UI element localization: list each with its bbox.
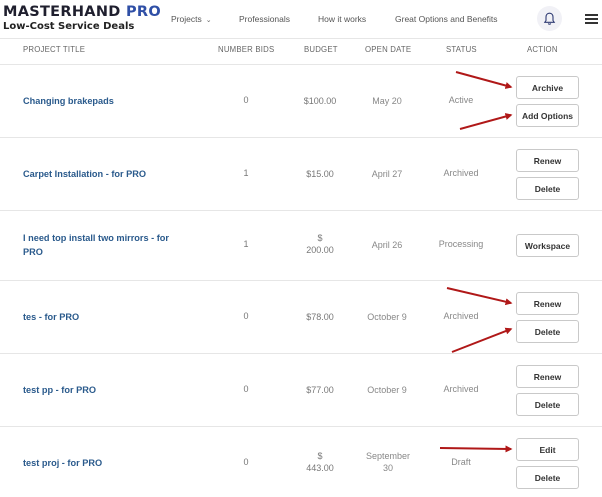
nav-great-options[interactable]: Great Options and Benefits	[395, 14, 498, 24]
bell-icon	[543, 12, 556, 25]
project-title-link[interactable]: tes - for PRO	[23, 310, 183, 324]
row-divider	[0, 137, 602, 138]
column-header-open-date: OPEN DATE	[365, 45, 412, 54]
brand-name: MASTERHAND	[3, 4, 121, 20]
budget-value: $ 443.00	[306, 451, 334, 473]
bids-count: 1	[243, 168, 249, 178]
nav-professionals[interactable]: Professionals	[239, 14, 290, 24]
bids-count: 0	[243, 311, 249, 321]
open-date: October 9	[367, 312, 407, 322]
add-options-button[interactable]: Add Options	[516, 104, 579, 127]
brand-pro: PRO	[125, 4, 161, 20]
row-divider	[0, 210, 602, 211]
annotation-arrow	[439, 445, 513, 453]
column-header-bids: NUMBER BIDS	[218, 45, 275, 54]
delete-button[interactable]: Delete	[516, 393, 579, 416]
nav-projects-label: Projects	[171, 14, 202, 24]
project-title-link[interactable]: Changing brakepads	[23, 94, 183, 108]
nav-how-it-works[interactable]: How it works	[318, 14, 366, 24]
annotation-arrow	[455, 71, 513, 89]
open-date: April 26	[371, 240, 403, 250]
menu-icon[interactable]	[585, 14, 598, 24]
bids-count: 1	[243, 239, 249, 249]
column-header-budget: BUDGET	[304, 45, 338, 54]
delete-button[interactable]: Delete	[516, 320, 579, 343]
bids-count: 0	[243, 384, 249, 394]
status-text: Archived	[443, 384, 479, 394]
budget-value: $78.00	[306, 312, 334, 322]
notifications-button[interactable]	[537, 6, 562, 31]
chevron-down-icon: ⌄	[205, 17, 212, 24]
status-text: Active	[448, 95, 474, 105]
status-text: Archived	[443, 311, 479, 321]
open-date: September 30	[365, 451, 411, 473]
brand-title: MASTERHAND PRO	[3, 4, 161, 20]
status-text: Draft	[451, 457, 471, 467]
budget-value: $15.00	[306, 169, 334, 179]
edit-button[interactable]: Edit	[516, 438, 579, 461]
row-divider	[0, 280, 602, 281]
workspace-button[interactable]: Workspace	[516, 234, 579, 257]
brand-logo[interactable]: MASTERHAND PRO Low-Cost Service Deals	[3, 4, 161, 32]
open-date: April 27	[371, 169, 403, 179]
status-text: Archived	[443, 168, 479, 178]
annotation-arrow	[459, 113, 513, 130]
delete-button[interactable]: Delete	[516, 466, 579, 489]
row-divider	[0, 353, 602, 354]
header-divider	[0, 38, 602, 39]
project-title-link[interactable]: test pp - for PRO	[23, 383, 183, 397]
budget-value: $100.00	[303, 96, 337, 106]
annotation-arrow	[451, 327, 513, 353]
row-divider	[0, 426, 602, 427]
bids-count: 0	[243, 457, 249, 467]
column-header-title: PROJECT TITLE	[23, 45, 86, 54]
open-date: May 20	[372, 96, 402, 106]
budget-value: $77.00	[306, 385, 334, 395]
column-header-action: ACTION	[527, 45, 558, 54]
renew-button[interactable]: Renew	[516, 292, 579, 315]
project-title-link[interactable]: I need top install two mirrors - for PRO	[23, 231, 183, 259]
renew-button[interactable]: Renew	[516, 149, 579, 172]
brand-tagline: Low-Cost Service Deals	[3, 21, 135, 32]
project-title-link[interactable]: test proj - for PRO	[23, 456, 183, 470]
top-header: MASTERHAND PRO Low-Cost Service Deals Pr…	[0, 0, 602, 38]
table-divider	[0, 64, 602, 65]
archive-button[interactable]: Archive	[516, 76, 579, 99]
status-text: Processing	[438, 239, 484, 249]
nav-projects[interactable]: Projects ⌄	[171, 14, 212, 24]
renew-button[interactable]: Renew	[516, 365, 579, 388]
column-header-status: STATUS	[446, 45, 477, 54]
project-title-link[interactable]: Carpet Installation - for PRO	[23, 167, 183, 181]
budget-value: $ 200.00	[306, 233, 334, 255]
annotation-arrow	[446, 287, 513, 306]
bids-count: 0	[243, 95, 249, 105]
delete-button[interactable]: Delete	[516, 177, 579, 200]
open-date: October 9	[367, 385, 407, 395]
